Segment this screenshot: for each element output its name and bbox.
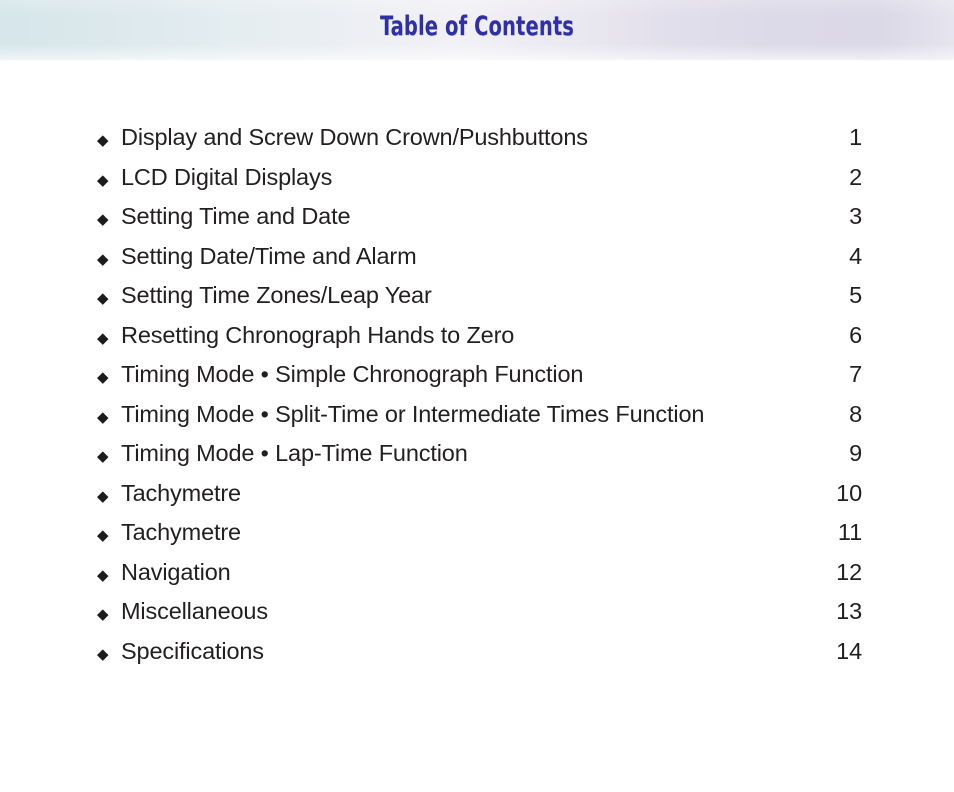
page-header-band: Table of Contents bbox=[0, 0, 954, 61]
toc-entry[interactable]: ◆ Setting Time and Date 3 bbox=[97, 197, 862, 237]
toc-entry-label: Specifications bbox=[121, 637, 264, 664]
toc-entry-page-number: 3 bbox=[849, 203, 862, 229]
toc-entry-page-number: 7 bbox=[849, 361, 862, 387]
toc-entry-page-number: 14 bbox=[836, 637, 862, 664]
toc-entry-label: Display and Screw Down Crown/Pushbuttons bbox=[121, 124, 588, 150]
toc-entry[interactable]: ◆ Specifications 14 bbox=[97, 632, 862, 672]
toc-entry[interactable]: ◆ Timing Mode • Split-Time or Intermediat… bbox=[97, 395, 862, 435]
toc-entry[interactable]: ◆ LCD Digital Displays 2 bbox=[97, 158, 862, 198]
toc-entry[interactable]: ◆ Setting Time Zones/Leap Year 5 bbox=[97, 276, 862, 316]
toc-entry[interactable]: ◆ Resetting Chronograph Hands to Zero 6 bbox=[97, 316, 862, 356]
diamond-bullet-icon: ◆ bbox=[97, 211, 109, 228]
diamond-bullet-icon: ◆ bbox=[97, 132, 109, 149]
toc-entry[interactable]: ◆ Display and Screw Down Crown/Pushbutton… bbox=[97, 118, 862, 158]
diamond-bullet-icon: ◆ bbox=[97, 290, 109, 307]
toc-entry[interactable]: ◆ Setting Date/Time and Alarm 4 bbox=[97, 237, 862, 277]
toc-entry-page-number: 1 bbox=[849, 124, 862, 150]
toc-entry[interactable]: ◆ Tachymetre 11 bbox=[97, 513, 862, 553]
toc-entry[interactable]: ◆ Miscellaneous 13 bbox=[97, 592, 862, 632]
toc-entry[interactable]: ◆ Timing Mode • Lap-Time Function 9 bbox=[97, 434, 862, 474]
toc-entry[interactable]: ◆ Tachymetre 10 bbox=[97, 474, 862, 514]
toc-entry-page-number: 11 bbox=[837, 519, 862, 545]
toc-entry-page-number: 2 bbox=[849, 163, 862, 190]
toc-entry-page-number: 10 bbox=[836, 479, 862, 506]
toc-entry-page-number: 13 bbox=[836, 598, 862, 624]
diamond-bullet-icon: ◆ bbox=[97, 645, 109, 663]
toc-entry-label: Tachymetre bbox=[121, 519, 241, 545]
toc-entry-page-number: 8 bbox=[849, 400, 862, 427]
diamond-bullet-icon: ◆ bbox=[97, 329, 109, 347]
toc-entry-page-number: 5 bbox=[849, 282, 862, 308]
toc-entry-label: Timing Mode • Lap-Time Function bbox=[121, 440, 468, 466]
toc-entry-label: Setting Time and Date bbox=[121, 203, 351, 229]
toc-entry[interactable]: ◆ Navigation 12 bbox=[97, 553, 862, 593]
diamond-bullet-icon: ◆ bbox=[97, 487, 109, 505]
diamond-bullet-icon: ◆ bbox=[97, 369, 109, 386]
toc-entry-label: Setting Date/Time and Alarm bbox=[121, 242, 417, 269]
toc-entry-page-number: 9 bbox=[849, 440, 862, 466]
toc-entry-label: Tachymetre bbox=[121, 479, 241, 506]
diamond-bullet-icon: ◆ bbox=[97, 171, 109, 189]
diamond-bullet-icon: ◆ bbox=[97, 408, 109, 426]
diamond-bullet-icon: ◆ bbox=[97, 566, 109, 584]
toc-entry-label: Resetting Chronograph Hands to Zero bbox=[121, 321, 515, 348]
table-of-contents-list: ◆ Display and Screw Down Crown/Pushbutton… bbox=[97, 118, 862, 671]
toc-entry-label: Timing Mode • Simple Chronograph Functio… bbox=[121, 361, 584, 387]
toc-entry-label: Timing Mode • Split-Time or Intermediate… bbox=[121, 400, 705, 427]
diamond-bullet-icon: ◆ bbox=[97, 448, 109, 465]
toc-entry-page-number: 6 bbox=[849, 321, 862, 348]
toc-entry-label: Setting Time Zones/Leap Year bbox=[121, 282, 432, 308]
diamond-bullet-icon: ◆ bbox=[97, 606, 109, 623]
page-title: Table of Contents bbox=[380, 11, 574, 42]
diamond-bullet-icon: ◆ bbox=[97, 527, 109, 544]
diamond-bullet-icon: ◆ bbox=[97, 250, 109, 268]
toc-entry-page-number: 4 bbox=[849, 242, 862, 269]
toc-entry-label: LCD Digital Displays bbox=[121, 163, 333, 190]
toc-entry[interactable]: ◆ Timing Mode • Simple Chronograph Functi… bbox=[97, 355, 862, 395]
toc-entry-label: Miscellaneous bbox=[121, 598, 268, 624]
toc-entry-page-number: 12 bbox=[836, 558, 862, 585]
toc-entry-label: Navigation bbox=[121, 558, 231, 585]
